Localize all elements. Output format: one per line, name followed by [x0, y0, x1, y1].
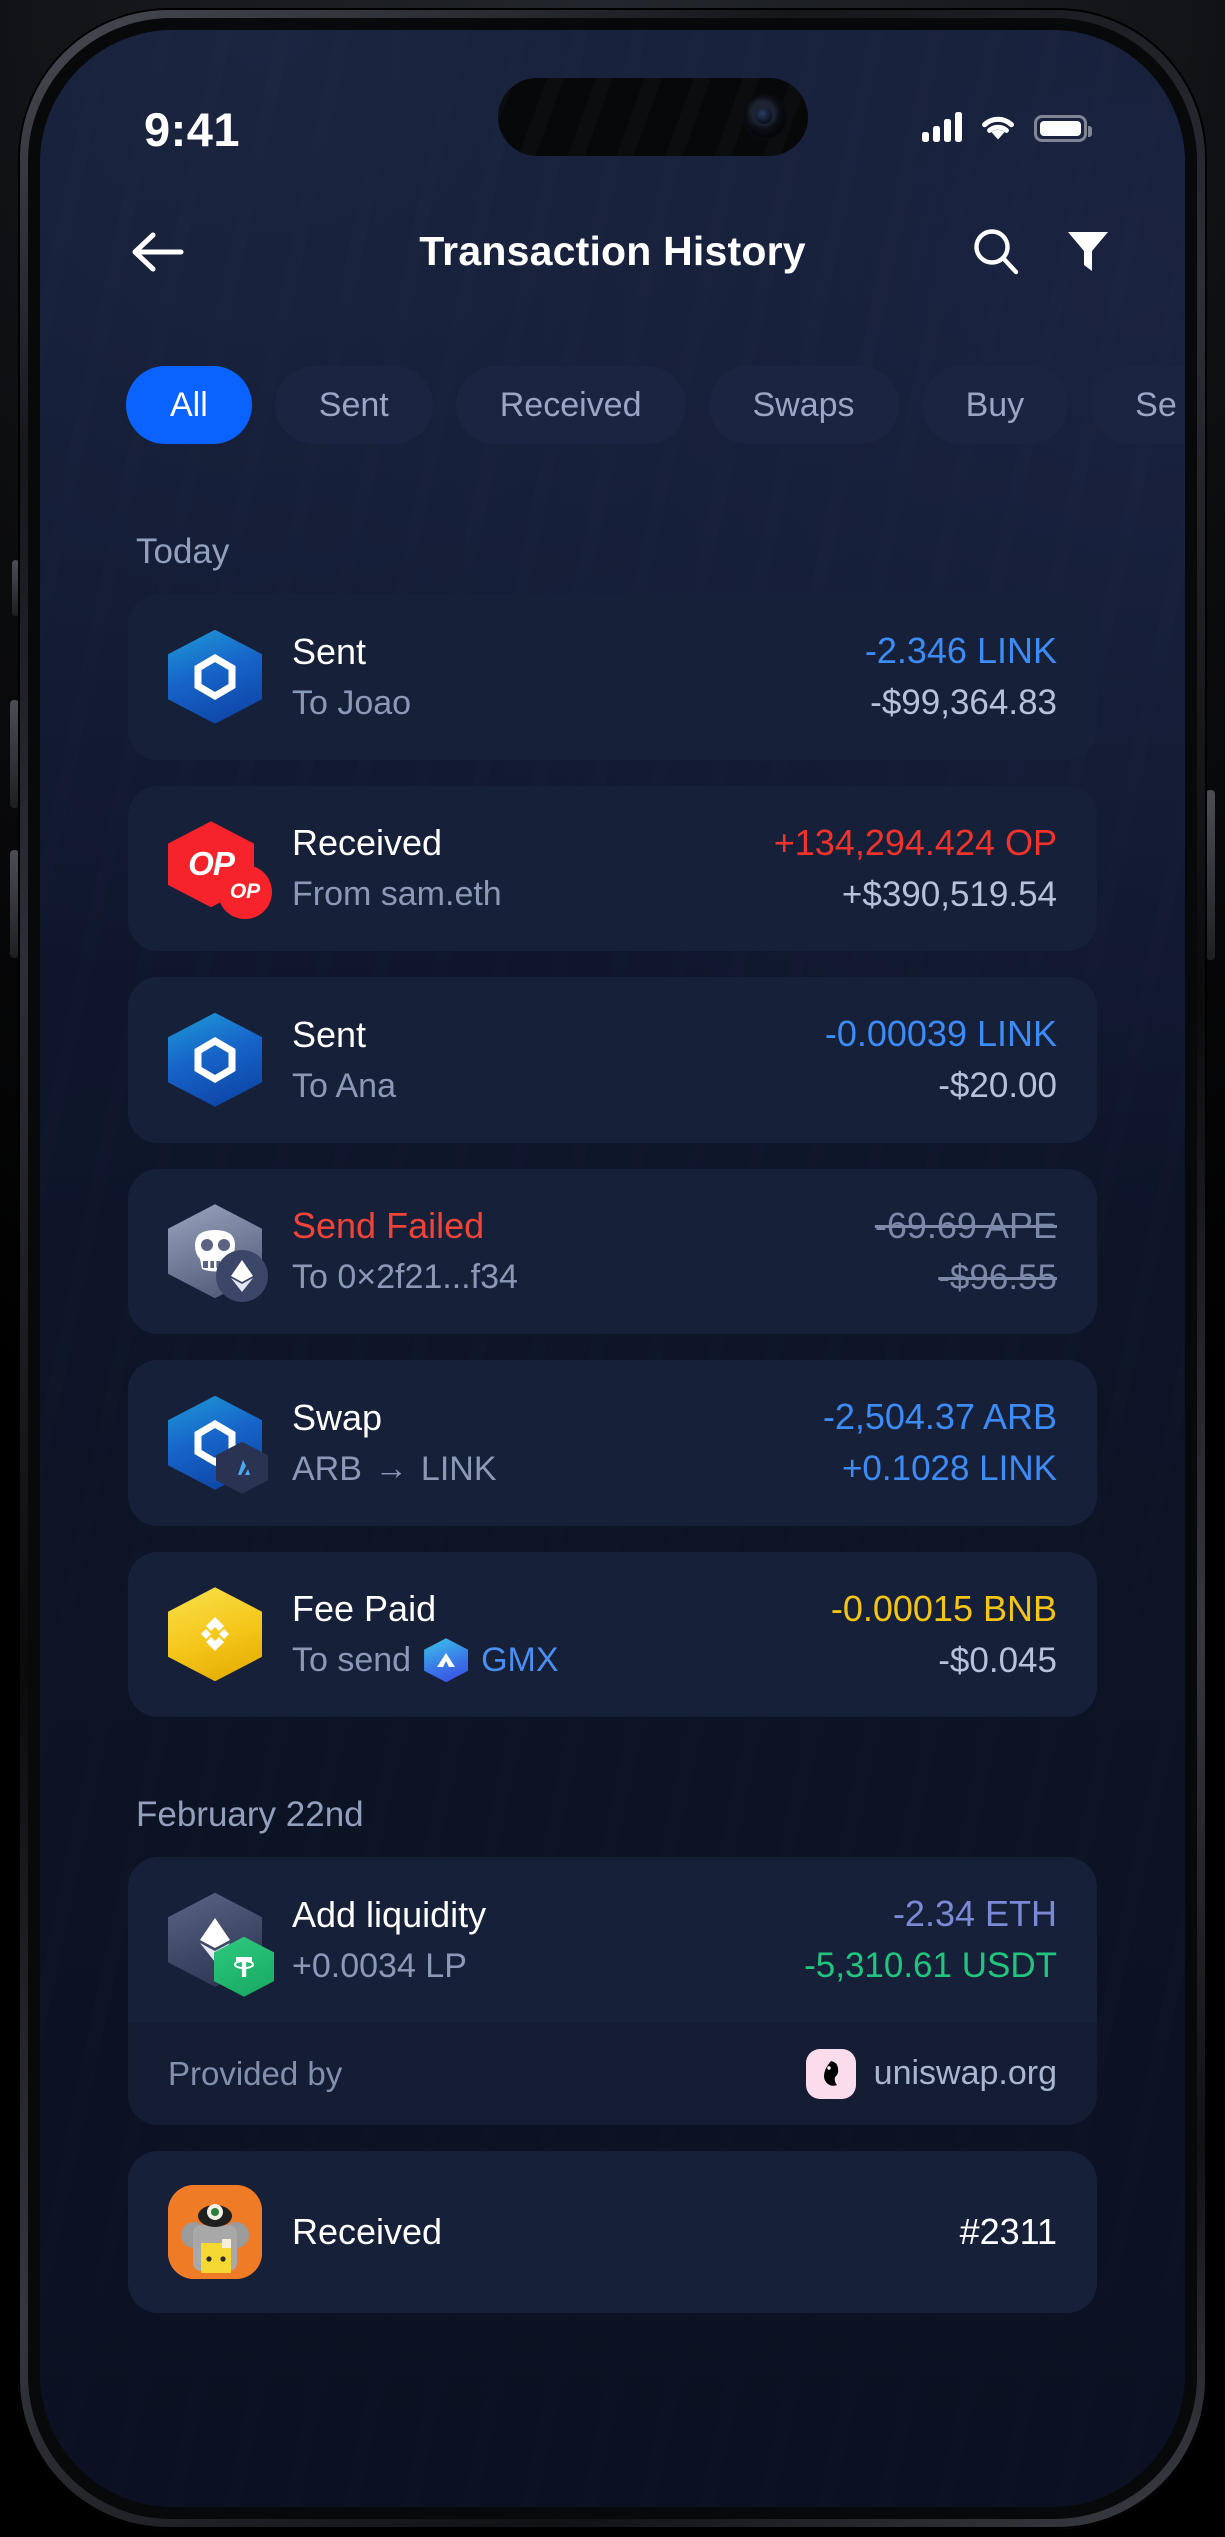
- transaction-amount: -0.00015 BNB: [830, 1587, 1057, 1629]
- chip-label: Swaps: [752, 385, 855, 424]
- filter-chip-swaps[interactable]: Swaps: [708, 366, 899, 444]
- provided-by-label: Provided by: [168, 2054, 343, 2092]
- dynamic-island: [498, 78, 808, 156]
- transaction-amount: -0.00039 LINK: [824, 1013, 1057, 1054]
- transaction-subtitle: To Ana: [292, 1066, 396, 1105]
- transaction-subtitle: To Joao: [292, 683, 412, 722]
- transaction-row[interactable]: Add liquidity +0.0034 LP -2.34 ETH -5,31…: [128, 1857, 1097, 2023]
- app-header: Transaction History: [40, 200, 1185, 310]
- transaction-amount: -2,504.37 ARB: [822, 1396, 1057, 1437]
- transaction-nft-id: #2311: [959, 2211, 1057, 2252]
- chip-label: Received: [499, 385, 642, 424]
- transaction-row[interactable]: Received #2311: [128, 2150, 1097, 2313]
- eth-usdt-pair-icon: [168, 1892, 274, 1997]
- transaction-title: Received: [292, 2211, 443, 2252]
- chip-label: Buy: [965, 385, 1025, 424]
- filter-chip-sell[interactable]: Se: [1091, 366, 1185, 444]
- transaction-title: Send Failed: [292, 1205, 485, 1247]
- gmx-protocol-link[interactable]: GMX: [481, 1638, 558, 1682]
- transaction-list[interactable]: Today Sent To Joao -2.346 LINK -$99,364.…: [40, 480, 1185, 2507]
- transaction-subtitle: +0.0034 LP: [292, 1946, 467, 1985]
- status-bar-indicators: [922, 112, 1092, 142]
- chainlink-arbitrum-swap-icon: [168, 1395, 268, 1494]
- battery-full-icon: [1034, 115, 1092, 142]
- filter-chip-row[interactable]: All Sent Received Swaps Buy Se: [40, 355, 1185, 455]
- swap-to-token: LINK: [420, 1449, 497, 1488]
- transaction-amount: -2.34 ETH: [892, 1893, 1057, 1934]
- transaction-fiat-value: -$20.00: [938, 1066, 1057, 1105]
- phone-frame: 9:41 Transaction History All Sent Receiv…: [0, 0, 1225, 2537]
- filter-chip-sent[interactable]: Sent: [274, 366, 433, 444]
- transaction-row[interactable]: Fee Paid To send GMX -0.00015 BNB -$0.04…: [128, 1551, 1097, 1717]
- transaction-title: Sent: [292, 1013, 367, 1055]
- front-camera-icon: [744, 96, 786, 138]
- transaction-subtitle: To 0×2f21...f34: [292, 1258, 518, 1297]
- provider-link[interactable]: uniswap.org: [805, 2048, 1057, 2099]
- transaction-received-value: +0.1028 LINK: [841, 1449, 1057, 1488]
- transaction-row[interactable]: Sent To Joao -2.346 LINK -$99,364.83: [128, 594, 1097, 760]
- search-icon: [974, 229, 1019, 275]
- transaction-title: Add liquidity: [292, 1893, 487, 1935]
- provider-name: uniswap.org: [873, 2054, 1057, 2092]
- transaction-subtitle-text: To send: [292, 1641, 412, 1680]
- uniswap-icon: [805, 2048, 856, 2099]
- transaction-fiat-value: -$99,364.83: [870, 683, 1057, 722]
- power-button[interactable]: [1206, 790, 1215, 960]
- transaction-title: Swap: [292, 1396, 383, 1438]
- ethereum-chain-badge-icon: [216, 1250, 268, 1303]
- transaction-row[interactable]: Swap ARB → LINK -2,504.37 ARB +0.1028 LI…: [128, 1360, 1097, 1526]
- transaction-amount: -69.69 APE: [874, 1204, 1057, 1246]
- search-button[interactable]: [957, 212, 1035, 290]
- section-header-today: Today: [136, 532, 230, 571]
- optimism-token-icon: OP OP: [168, 821, 272, 920]
- phone-screen: 9:41 Transaction History All Sent Receiv…: [40, 30, 1185, 2507]
- transaction-row[interactable]: OP OP Received From sam.eth +134,294.424…: [128, 785, 1097, 951]
- chip-label: All: [170, 385, 208, 424]
- status-bar-time: 9:41: [144, 103, 241, 156]
- transaction-subtitle: From sam.eth: [292, 875, 502, 914]
- chip-label: Se: [1135, 385, 1177, 424]
- filter-chip-received[interactable]: Received: [455, 366, 686, 444]
- transaction-subtitle: ARB → LINK: [292, 1447, 793, 1491]
- apecoin-token-icon: [168, 1204, 268, 1303]
- filter-chip-all[interactable]: All: [126, 366, 252, 444]
- optimism-chain-badge-icon: OP: [218, 865, 272, 920]
- transaction-fiat-value: -$96.55: [938, 1257, 1057, 1297]
- chip-label: Sent: [318, 385, 389, 424]
- transaction-title: Received: [292, 822, 443, 864]
- filter-funnel-icon: [1068, 232, 1108, 271]
- transaction-title: Fee Paid: [292, 1588, 437, 1630]
- transaction-fiat-value: +$390,519.54: [841, 874, 1057, 914]
- chainlink-token-icon: [168, 1012, 262, 1107]
- transaction-fiat-value: -$0.045: [938, 1640, 1057, 1680]
- transaction-row[interactable]: Sent To Ana -0.00039 LINK -$20.00: [128, 977, 1097, 1143]
- swap-arrow-icon: →: [374, 1449, 408, 1487]
- bnb-token-icon: [168, 1587, 262, 1682]
- transaction-amount: -2.346 LINK: [864, 630, 1057, 671]
- transaction-amount: +134,294.424 OP: [773, 821, 1057, 863]
- filter-chip-buy[interactable]: Buy: [921, 366, 1069, 444]
- wifi-icon: [982, 116, 1014, 140]
- gmx-token-icon: [424, 1638, 469, 1683]
- transaction-row[interactable]: Send Failed To 0×2f21...f34 -69.69 APE -…: [128, 1168, 1097, 1334]
- chainlink-token-icon: [168, 629, 262, 724]
- transaction-subtitle: To send GMX: [292, 1638, 801, 1683]
- filter-button[interactable]: [1049, 212, 1127, 290]
- nft-avatar-icon: [168, 2184, 262, 2279]
- transaction-title: Sent: [292, 630, 367, 672]
- transaction-second-amount: -5,310.61 USDT: [804, 1946, 1057, 1985]
- signal-bars-icon: [922, 112, 962, 142]
- section-header-february-22nd: February 22nd: [136, 1795, 364, 1834]
- transaction-provider-footer[interactable]: Provided by uniswap.org: [128, 2022, 1097, 2125]
- swap-from-token: ARB: [292, 1449, 362, 1488]
